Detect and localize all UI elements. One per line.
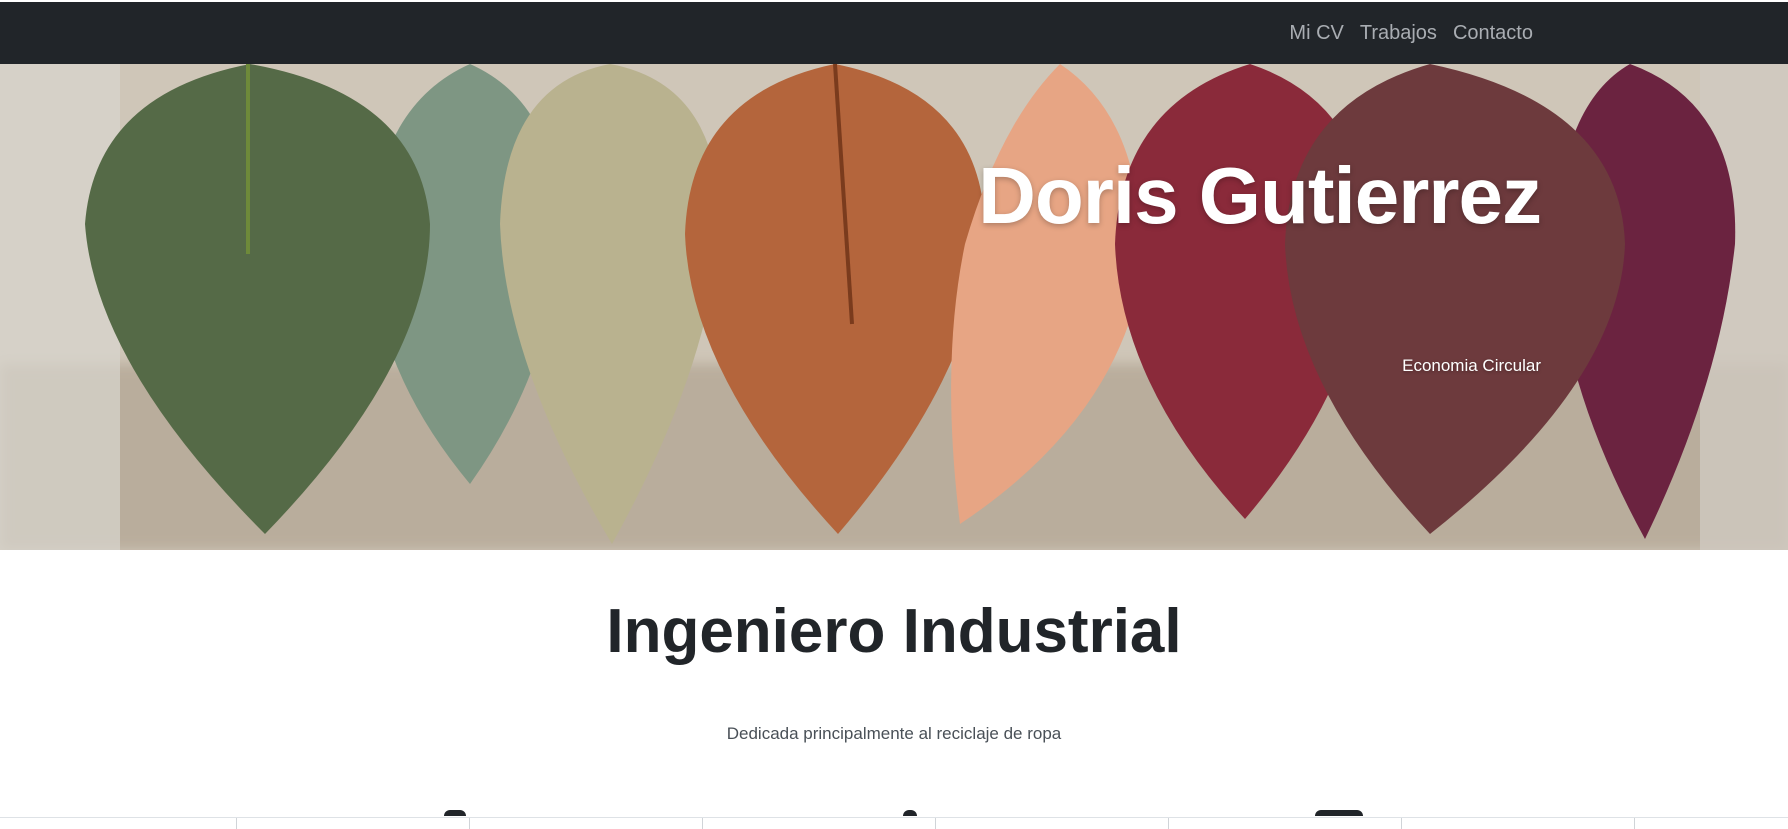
bottom-divider	[0, 817, 1788, 818]
divider-tick	[935, 818, 936, 829]
nav-link-mi-cv[interactable]: Mi CV	[1289, 22, 1343, 45]
partial-icon	[444, 810, 466, 816]
hero-subtitle: Economia Circular	[1402, 356, 1541, 375]
hero-banner: Doris Gutierrez Economia Circular	[0, 64, 1788, 550]
divider-tick	[1401, 818, 1402, 829]
divider-tick	[1634, 818, 1635, 829]
divider-tick	[702, 818, 703, 829]
section-description: Dedicada principalmente al reciclaje de …	[726, 724, 1062, 743]
divider-tick	[1168, 818, 1169, 829]
partial-icon	[1315, 810, 1363, 816]
hero-title: Doris Gutierrez	[978, 151, 1542, 240]
section-title: Ingeniero Industrial	[606, 597, 1182, 666]
nav-link-trabajos[interactable]: Trabajos	[1360, 22, 1437, 45]
partial-icon	[903, 810, 917, 816]
divider-tick	[236, 818, 237, 829]
navbar: Mi CV Trabajos Contacto	[0, 2, 1788, 64]
page: Mi CV Trabajos Contacto Doris Gutierrez	[0, 0, 1788, 829]
divider-tick	[469, 818, 470, 829]
nav-link-contacto[interactable]: Contacto	[1453, 22, 1533, 45]
hero-background-image	[0, 64, 1788, 550]
nav-links: Mi CV Trabajos Contacto	[1289, 2, 1533, 64]
